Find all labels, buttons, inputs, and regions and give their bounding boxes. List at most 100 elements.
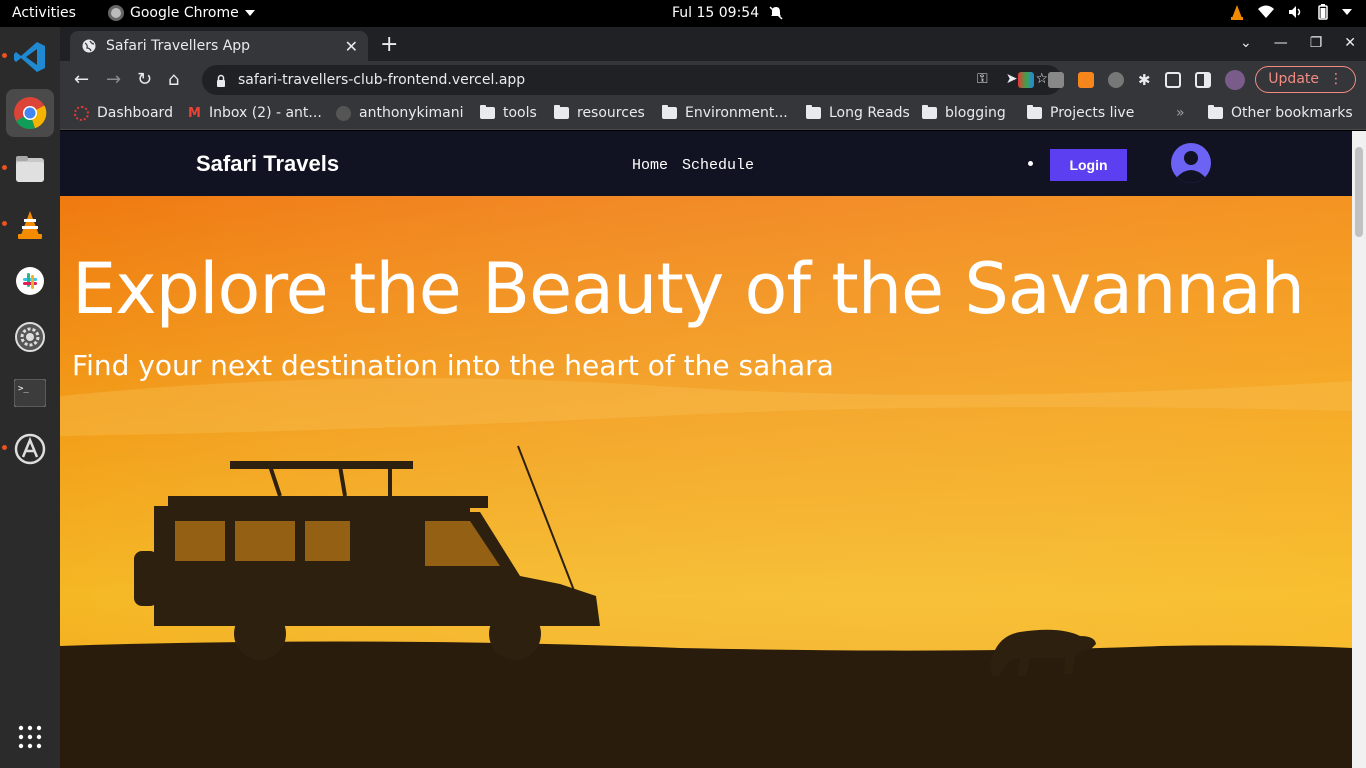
- settings-icon[interactable]: [6, 313, 54, 361]
- extensions-puzzle-icon[interactable]: ✱: [1138, 71, 1151, 89]
- github-icon: [336, 105, 351, 121]
- scrollbar-thumb[interactable]: [1355, 147, 1363, 237]
- web-page: Safari Travels Home Schedule Login Explo…: [60, 131, 1352, 768]
- system-top-bar: Activities Google Chrome Ful 15 09:54: [0, 0, 1366, 27]
- app-menu[interactable]: Google Chrome: [108, 5, 255, 21]
- tab-strip: Safari Travellers App ✕ + ⌄ — ❐ ✕: [60, 27, 1366, 61]
- bookmark-inbox[interactable]: M Inbox (2) - ant...: [188, 105, 322, 121]
- bookmark-label: blogging: [945, 105, 1006, 121]
- bookmark-label: Inbox (2) - ant...: [208, 105, 322, 121]
- gray-extension-icon[interactable]: [1048, 72, 1064, 88]
- new-tab-icon[interactable]: +: [380, 32, 398, 57]
- tab-title: Safari Travellers App: [106, 38, 251, 54]
- vlc-icon[interactable]: [6, 201, 54, 249]
- dock: >_: [0, 27, 60, 768]
- system-tray[interactable]: [1230, 4, 1352, 20]
- update-button[interactable]: Update ⋮: [1255, 66, 1356, 93]
- more-bookmarks-button[interactable]: »: [1176, 105, 1185, 121]
- hero-title: Explore the Beauty of the Savannah: [72, 248, 1305, 330]
- vlc-tray-icon[interactable]: [1230, 4, 1244, 20]
- bookmark-label: Long Reads: [829, 105, 910, 121]
- bookmark-label: Environment...: [685, 105, 788, 121]
- folder-icon: [1027, 105, 1042, 119]
- bookmark-folder-blogging[interactable]: blogging: [922, 105, 1006, 121]
- reload-icon[interactable]: ↻: [137, 69, 152, 90]
- nav-link-home[interactable]: Home: [632, 157, 668, 174]
- battery-icon: [1318, 4, 1328, 20]
- metamask-fox-icon[interactable]: [1078, 72, 1094, 88]
- folder-icon: [922, 105, 937, 119]
- terminal-icon[interactable]: >_: [6, 369, 54, 417]
- home-icon[interactable]: ⌂: [168, 69, 179, 90]
- send-icon[interactable]: ➤: [1006, 71, 1018, 87]
- key-icon[interactable]: ⚿: [977, 71, 988, 87]
- folder-icon: [806, 105, 821, 119]
- back-icon[interactable]: ←: [74, 69, 89, 90]
- activities-button[interactable]: Activities: [12, 5, 76, 21]
- bookmark-folder-resources[interactable]: resources: [554, 105, 645, 121]
- software-icon[interactable]: [6, 425, 54, 473]
- address-bar[interactable]: safari-travellers-club-frontend.vercel.a…: [202, 65, 1062, 95]
- site-navbar: Safari Travels Home Schedule Login: [60, 131, 1352, 196]
- bulb-extension-icon[interactable]: [1108, 72, 1124, 88]
- files-icon[interactable]: [6, 145, 54, 193]
- side-panel-icon[interactable]: [1194, 72, 1211, 88]
- folder-icon: [480, 105, 495, 119]
- bookmark-folder-tools[interactable]: tools: [480, 105, 537, 121]
- svg-text:>_: >_: [18, 384, 29, 394]
- browser-toolbar: ← → ↻ ⌂ safari-travellers-club-frontend.…: [60, 61, 1366, 98]
- bookmark-label: anthonykimani: [359, 105, 464, 121]
- minimize-icon[interactable]: —: [1274, 35, 1288, 51]
- close-tab-icon[interactable]: ✕: [345, 37, 358, 56]
- volume-icon: [1289, 6, 1301, 18]
- maximize-icon[interactable]: ❐: [1310, 35, 1323, 51]
- bookmark-folder-projects-live[interactable]: Projects live: [1027, 105, 1134, 121]
- globe-icon: [82, 39, 96, 53]
- forward-icon[interactable]: →: [106, 69, 121, 90]
- bookmark-folder-long-reads[interactable]: Long Reads: [806, 105, 910, 121]
- folder-icon: [662, 105, 677, 119]
- wifi-icon: [1258, 5, 1274, 18]
- bookmark-label: tools: [503, 105, 537, 121]
- extensions-area: ✱: [1018, 70, 1245, 90]
- bookmark-label: resources: [577, 105, 645, 121]
- cast-icon[interactable]: [1164, 72, 1181, 88]
- bookmarks-bar: Dashboard M Inbox (2) - ant... anthonyki…: [60, 98, 1366, 130]
- clock-label: Ful 15 09:54: [672, 5, 760, 21]
- system-menu-chevron-icon: [1342, 9, 1352, 15]
- update-label: Update: [1268, 71, 1319, 87]
- dashboard-favicon-icon: [74, 105, 89, 121]
- nav-link-schedule[interactable]: Schedule: [682, 157, 754, 174]
- notifications-muted-icon: [769, 6, 783, 20]
- bookmark-label: Projects live: [1050, 105, 1135, 121]
- bookmark-label: Dashboard: [97, 105, 173, 121]
- profile-avatar[interactable]: [1224, 70, 1245, 90]
- login-button[interactable]: Login: [1050, 149, 1127, 181]
- vscode-icon[interactable]: [6, 33, 54, 81]
- hero-subtitle: Find your next destination into the hear…: [72, 349, 834, 382]
- app-grid-icon[interactable]: [6, 713, 54, 761]
- site-nav-links: Home Schedule: [632, 157, 754, 174]
- tab-active[interactable]: Safari Travellers App ✕: [70, 31, 368, 61]
- bookmark-dashboard[interactable]: Dashboard: [74, 105, 173, 121]
- bookmark-folder-environment[interactable]: Environment...: [662, 105, 788, 121]
- page-scrollbar[interactable]: [1352, 131, 1366, 768]
- gmail-icon: M: [188, 105, 201, 121]
- tab-search-chevron-icon[interactable]: ⌄: [1240, 35, 1252, 51]
- more-bookmarks-chevron-icon: »: [1176, 105, 1185, 121]
- close-window-icon[interactable]: ✕: [1344, 35, 1356, 51]
- list-bullet: [1028, 161, 1033, 166]
- other-bookmarks-folder[interactable]: Other bookmarks: [1208, 105, 1353, 121]
- color-extension-icon[interactable]: [1018, 72, 1034, 88]
- hero-section: Explore the Beauty of the Savannah Find …: [60, 196, 1352, 768]
- chrome-small-icon: [108, 5, 124, 21]
- site-brand[interactable]: Safari Travels: [196, 151, 339, 177]
- folder-icon: [1208, 105, 1223, 119]
- clock[interactable]: Ful 15 09:54: [672, 5, 783, 21]
- bookmark-anthonykimani[interactable]: anthonykimani: [336, 105, 464, 121]
- user-avatar-icon[interactable]: [1171, 143, 1211, 183]
- slack-icon[interactable]: [6, 257, 54, 305]
- lock-icon[interactable]: [216, 74, 226, 87]
- chrome-icon[interactable]: [6, 89, 54, 137]
- url-text: safari-travellers-club-frontend.vercel.a…: [238, 72, 526, 88]
